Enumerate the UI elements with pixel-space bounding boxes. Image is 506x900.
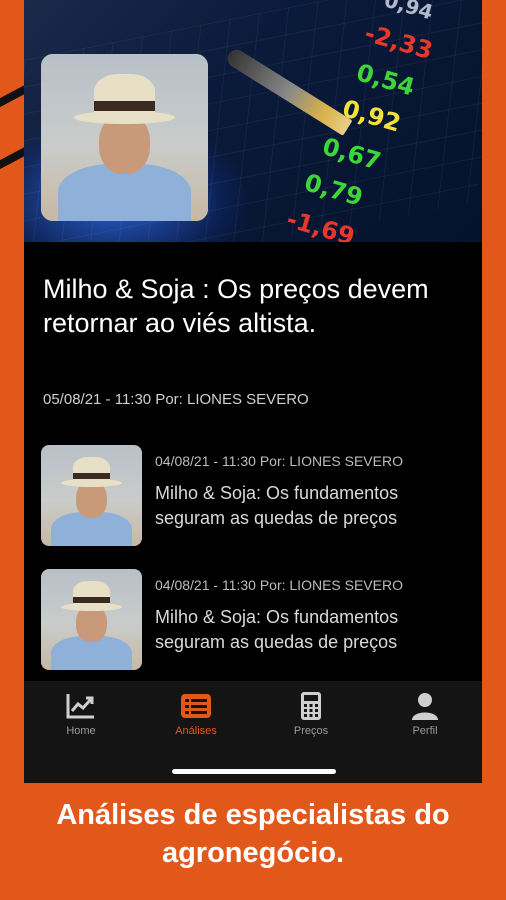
item-title[interactable]: Milho & Soja: Os fundamentos seguram as … (155, 605, 465, 655)
nav-precos[interactable]: Preços (266, 691, 356, 737)
phone-screen: 0,94 -2,33 0,54 0,92 0,67 0,79 -1,69 Mil… (24, 0, 482, 783)
nav-label: Perfil (412, 725, 438, 737)
list-icon (181, 694, 211, 718)
item-meta: 04/08/21 - 11:30 Por: LIONES SEVERO (155, 453, 403, 469)
nav-label: Preços (293, 725, 329, 737)
user-icon (412, 693, 438, 720)
list-item[interactable]: 04/08/21 - 11:30 Por: LIONES SEVERO Milh… (41, 569, 461, 671)
calculator-icon (301, 692, 321, 720)
list-item[interactable]: 04/08/21 - 11:30 Por: LIONES SEVERO Milh… (41, 445, 461, 547)
nav-label: Home (66, 725, 96, 737)
featured-author-photo (41, 54, 208, 221)
nav-analises[interactable]: Análises (151, 691, 241, 737)
chart-line-icon (66, 694, 94, 719)
author-thumbnail (41, 445, 142, 546)
author-thumbnail (41, 569, 142, 670)
featured-title[interactable]: Milho & Soja : Os preços devem retornar … (43, 272, 463, 340)
nav-perfil[interactable]: Perfil (380, 691, 470, 737)
author-avatar (41, 54, 208, 221)
item-title[interactable]: Milho & Soja: Os fundamentos seguram as … (155, 481, 465, 531)
home-indicator (172, 769, 336, 774)
nav-home[interactable]: Home (36, 691, 126, 737)
item-meta: 04/08/21 - 11:30 Por: LIONES SEVERO (155, 577, 403, 593)
featured-meta: 05/08/21 - 11:30 Por: LIONES SEVERO (43, 391, 309, 408)
promo-caption: Análises de especialistas do agronegócio… (56, 799, 450, 869)
hero-banner[interactable]: 0,94 -2,33 0,54 0,92 0,67 0,79 -1,69 (24, 0, 482, 242)
nav-label: Análises (175, 725, 217, 737)
bottom-nav: Home Análises Preços Perfil (24, 681, 482, 783)
